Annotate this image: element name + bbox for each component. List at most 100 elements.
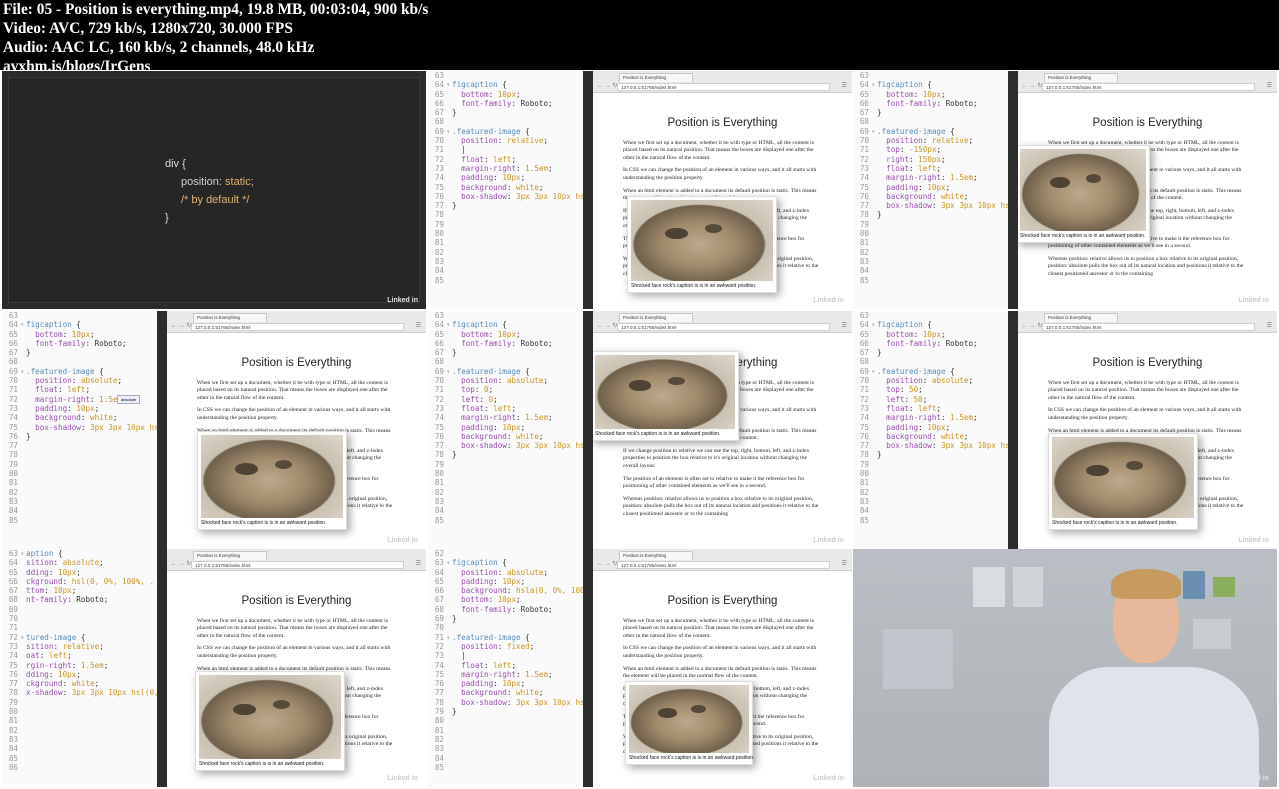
fold-arrow-icon[interactable] xyxy=(446,248,452,257)
fold-arrow-icon[interactable] xyxy=(446,220,452,229)
code-editor[interactable]: 63 64 ▾ figcaption {65 bottom: 10px; 66 font… xyxy=(428,71,583,309)
browser-tab[interactable]: Position is Everything xyxy=(619,313,693,322)
fold-arrow-icon[interactable] xyxy=(446,754,452,763)
browser-tab[interactable]: Position is Everything xyxy=(193,551,267,560)
fold-arrow-icon[interactable] xyxy=(871,311,877,320)
fold-arrow-icon[interactable] xyxy=(20,357,26,366)
fold-arrow-icon[interactable] xyxy=(20,460,26,469)
nav-arrows-icon[interactable]: ← → ↻ xyxy=(171,322,191,329)
fold-arrow-icon[interactable] xyxy=(446,744,452,753)
fold-arrow-icon[interactable] xyxy=(20,754,26,763)
nav-arrows-icon[interactable]: ← → ↻ xyxy=(597,560,617,567)
fold-arrow-icon[interactable] xyxy=(871,229,877,238)
nav-arrows-icon[interactable]: ← → ↻ xyxy=(171,560,191,567)
menu-icon[interactable]: ☰ xyxy=(1267,322,1272,329)
fold-arrow-icon[interactable] xyxy=(446,229,452,238)
code-editor[interactable]: 63 ▾ aption {64 sition: absolute; 65 dding: 1… xyxy=(2,549,157,787)
nav-arrows-icon[interactable]: ← → ↻ xyxy=(597,82,617,89)
fold-arrow-icon[interactable] xyxy=(446,735,452,744)
fold-arrow-icon[interactable] xyxy=(20,488,26,497)
fold-arrow-icon[interactable] xyxy=(20,614,26,623)
fold-arrow-icon[interactable] xyxy=(871,516,877,525)
fold-arrow-icon[interactable] xyxy=(871,460,877,469)
code-editor[interactable]: 62 63 ▾ figcaption {64 position: absolute; 6… xyxy=(428,549,583,787)
fold-arrow-icon[interactable] xyxy=(871,357,877,366)
fold-arrow-icon[interactable] xyxy=(871,506,877,515)
address-bar[interactable]: 127.0.0.1:51765/index.html xyxy=(1042,323,1255,331)
fold-arrow-icon[interactable] xyxy=(20,744,26,753)
fold-arrow-icon[interactable] xyxy=(446,266,452,275)
fold-arrow-icon[interactable] xyxy=(446,117,452,126)
fold-arrow-icon[interactable] xyxy=(446,257,452,266)
menu-icon[interactable]: ☰ xyxy=(416,560,421,567)
fold-arrow-icon[interactable] xyxy=(20,506,26,515)
fold-arrow-icon[interactable] xyxy=(446,488,452,497)
fold-arrow-icon[interactable] xyxy=(20,478,26,487)
fold-arrow-icon[interactable] xyxy=(20,469,26,478)
fold-arrow-icon[interactable] xyxy=(446,497,452,506)
fold-arrow-icon[interactable] xyxy=(446,716,452,725)
nav-arrows-icon[interactable]: ← → ↻ xyxy=(597,322,617,329)
fold-arrow-icon[interactable] xyxy=(446,469,452,478)
fold-arrow-icon[interactable] xyxy=(446,311,452,320)
address-bar[interactable]: 127.0.0.1:51765/index.html xyxy=(617,323,830,331)
fold-arrow-icon[interactable] xyxy=(446,763,452,772)
menu-icon[interactable]: ☰ xyxy=(842,82,847,89)
address-bar[interactable]: 127.0.0.1:51765/index.html xyxy=(617,561,830,569)
menu-icon[interactable]: ☰ xyxy=(842,560,847,567)
fold-arrow-icon[interactable] xyxy=(20,623,26,632)
address-bar[interactable]: 127.0.0.1:51765/index.html xyxy=(617,83,830,91)
fold-arrow-icon[interactable] xyxy=(871,469,877,478)
fold-arrow-icon[interactable] xyxy=(446,238,452,247)
menu-icon[interactable]: ☰ xyxy=(842,322,847,329)
fold-arrow-icon[interactable] xyxy=(446,623,452,632)
fold-arrow-icon[interactable] xyxy=(871,276,877,285)
fold-arrow-icon[interactable] xyxy=(446,478,452,487)
code-editor[interactable]: 63 64 ▾ figcaption {65 bottom: 10px; 66 font… xyxy=(428,311,583,549)
fold-arrow-icon[interactable] xyxy=(446,357,452,366)
fold-arrow-icon[interactable] xyxy=(446,71,452,80)
menu-icon[interactable]: ☰ xyxy=(416,322,421,329)
fold-arrow-icon[interactable] xyxy=(871,257,877,266)
fold-arrow-icon[interactable] xyxy=(871,488,877,497)
fold-arrow-icon[interactable] xyxy=(446,276,452,285)
fold-arrow-icon[interactable] xyxy=(20,497,26,506)
fold-arrow-icon[interactable] xyxy=(20,441,26,450)
fold-arrow-icon[interactable] xyxy=(20,605,26,614)
fold-arrow-icon[interactable] xyxy=(871,238,877,247)
fold-arrow-icon[interactable] xyxy=(871,220,877,229)
fold-arrow-icon[interactable] xyxy=(871,71,877,80)
browser-tab[interactable]: Position is Everything xyxy=(193,313,267,322)
fold-arrow-icon[interactable] xyxy=(871,266,877,275)
autocomplete-hint[interactable]: absolute xyxy=(117,395,141,404)
fold-arrow-icon[interactable] xyxy=(446,516,452,525)
fold-arrow-icon[interactable] xyxy=(871,497,877,506)
fold-arrow-icon[interactable] xyxy=(20,707,26,716)
fold-arrow-icon[interactable] xyxy=(20,726,26,735)
fold-arrow-icon[interactable] xyxy=(20,311,26,320)
browser-tab[interactable]: Position is Everything xyxy=(1044,73,1118,82)
fold-arrow-icon[interactable] xyxy=(20,716,26,725)
browser-tab[interactable]: Position is Everything xyxy=(1044,313,1118,322)
code-editor[interactable]: 63 64 ▾ figcaption {65 bottom: 10px; 66 font… xyxy=(853,311,1008,549)
fold-arrow-icon[interactable] xyxy=(20,698,26,707)
browser-tab[interactable]: Position is Everything xyxy=(619,73,693,82)
code-editor[interactable]: 63 64 ▾ figcaption {65 bottom: 10px; 66 font… xyxy=(2,311,157,549)
fold-arrow-icon[interactable] xyxy=(446,549,452,558)
menu-icon[interactable]: ☰ xyxy=(1267,82,1272,89)
fold-arrow-icon[interactable] xyxy=(446,506,452,515)
address-bar[interactable]: 127.0.0.1:51765/index.html xyxy=(191,561,404,569)
fold-arrow-icon[interactable] xyxy=(20,763,26,772)
browser-tab[interactable]: Position is Everything xyxy=(619,551,693,560)
address-bar[interactable]: 127.0.0.1:51765/index.html xyxy=(1042,83,1255,91)
code-editor[interactable]: 63 64 ▾ figcaption {65 bottom: 10px; 66 font… xyxy=(853,71,1008,309)
fold-arrow-icon[interactable] xyxy=(20,735,26,744)
nav-arrows-icon[interactable]: ← → ↻ xyxy=(1022,82,1042,89)
fold-arrow-icon[interactable] xyxy=(20,450,26,459)
fold-arrow-icon[interactable] xyxy=(871,478,877,487)
fold-arrow-icon[interactable] xyxy=(446,726,452,735)
fold-arrow-icon[interactable] xyxy=(871,248,877,257)
fold-arrow-icon[interactable] xyxy=(446,460,452,469)
fold-arrow-icon[interactable] xyxy=(446,210,452,219)
fold-arrow-icon[interactable] xyxy=(871,117,877,126)
